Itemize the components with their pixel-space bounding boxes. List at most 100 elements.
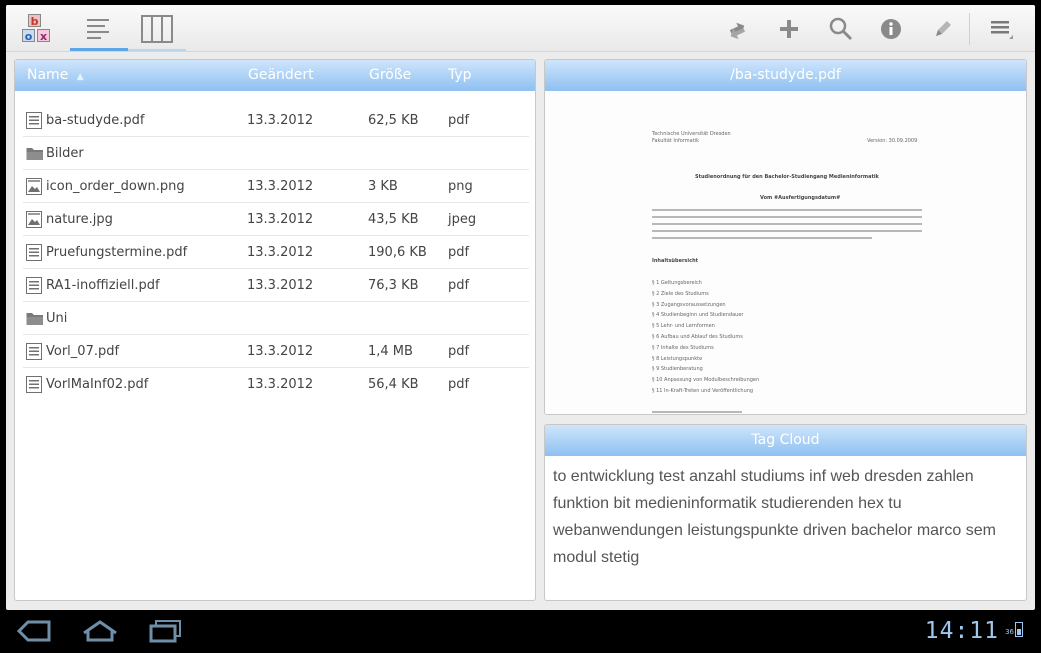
file-name: Bilder <box>46 146 84 161</box>
columns-icon <box>141 15 173 43</box>
file-row[interactable]: icon_order_down.png 13.3.2012 3 KB png <box>23 170 529 203</box>
file-size: 76,3 KB <box>368 278 419 293</box>
file-row[interactable]: Pruefungstermine.pdf 13.3.2012 190,6 KB pdf <box>23 236 529 269</box>
doc-toc-entry: § 2 Ziele des Studiums <box>652 290 709 297</box>
file-row[interactable]: RA1-inoffiziell.pdf 13.3.2012 76,3 KB pdf <box>23 269 529 302</box>
edit-button[interactable] <box>926 13 960 45</box>
column-header-size[interactable]: Größe <box>369 60 411 91</box>
folder-icon <box>26 145 43 162</box>
file-type: pdf <box>448 113 470 128</box>
sort-ascending-icon: ▲ <box>76 72 84 82</box>
file-name: icon_order_down.png <box>46 179 185 194</box>
doc-header-left: Technische Universität Dresden <box>652 131 731 137</box>
doc-text-line <box>652 216 922 218</box>
file-list: ba-studyde.pdf 13.3.2012 62,5 KB pdf Bilder i… <box>23 104 529 401</box>
sync-button[interactable] <box>720 13 754 45</box>
doc-toc-entry: § 4 Studienbeginn und Studiendauer <box>652 312 744 319</box>
column-header-name[interactable]: Name ▲ <box>27 60 84 93</box>
file-list-header: Name ▲ Geändert Größe Typ <box>15 60 535 91</box>
doc-title: Studienordnung für den Bachelor-Studieng… <box>695 174 879 180</box>
file-name: Vorl_07.pdf <box>46 344 120 359</box>
file-size: 190,6 KB <box>368 245 427 260</box>
overflow-menu-button[interactable] <box>984 13 1018 45</box>
doc-header-left-2: Fakultät Informatik <box>652 138 699 144</box>
file-changed: 13.3.2012 <box>247 113 314 128</box>
doc-toc-entry: § 5 Lehr- und Lernformen <box>652 323 715 330</box>
action-separator <box>969 13 970 45</box>
doc-text-line <box>652 223 922 225</box>
back-icon <box>16 620 51 642</box>
file-type: pdf <box>448 377 470 392</box>
file-row[interactable]: Uni <box>23 302 529 335</box>
search-icon <box>829 17 853 41</box>
doc-section-heading: Inhaltsübersicht <box>652 258 699 264</box>
doc-subtitle: Vom #Ausfertigungsdatum# <box>760 195 841 201</box>
doc-toc-entry: § 3 Zugangsvoraussetzungen <box>652 301 726 308</box>
action-bar: b o x <box>6 5 1035 52</box>
file-changed: 13.3.2012 <box>247 278 314 293</box>
column-header-changed[interactable]: Geändert <box>248 60 314 91</box>
column-header-type[interactable]: Typ <box>448 60 472 91</box>
info-button[interactable] <box>874 13 908 45</box>
file-changed: 13.3.2012 <box>247 344 314 359</box>
file-size: 43,5 KB <box>368 212 419 227</box>
doc-toc-entry: § 9 Studienberatung <box>652 366 703 373</box>
home-button[interactable] <box>80 618 120 644</box>
document-preview[interactable]: Technische Universität Dresden Fakultät … <box>545 91 1026 414</box>
search-button[interactable] <box>824 13 858 45</box>
file-changed: 13.3.2012 <box>247 212 314 227</box>
file-type: pdf <box>448 344 470 359</box>
doc-text-line <box>652 237 872 239</box>
file-row[interactable]: VorlMaInf02.pdf 13.3.2012 56,4 KB pdf <box>23 368 529 401</box>
battery-fill <box>1017 629 1021 635</box>
file-row[interactable]: Bilder <box>23 137 529 170</box>
file-row[interactable]: ba-studyde.pdf 13.3.2012 62,5 KB pdf <box>23 104 529 137</box>
tag-cloud-title: Tag Cloud <box>545 425 1026 456</box>
file-type: png <box>448 179 473 194</box>
info-icon <box>881 19 901 39</box>
file-size: 56,4 KB <box>368 377 419 392</box>
image-icon <box>26 211 42 228</box>
doc-text-line <box>652 230 922 232</box>
file-name: Pruefungstermine.pdf <box>46 245 188 260</box>
image-icon <box>26 178 42 195</box>
file-type: pdf <box>448 245 470 260</box>
clock[interactable]: 14:11 <box>925 618 999 644</box>
recent-apps-button[interactable] <box>145 618 185 644</box>
doc-toc-entry: § 1 Geltungsbereich <box>652 280 702 286</box>
document-icon <box>26 112 42 129</box>
doc-text-line <box>652 209 922 211</box>
file-size: 1,4 MB <box>368 344 413 359</box>
doc-text-line <box>652 411 742 413</box>
menu-icon <box>991 21 1013 39</box>
tag-cloud-text[interactable]: to entwicklung test anzahl studiums inf … <box>553 463 1023 571</box>
document-icon <box>26 277 42 294</box>
file-size: 3 KB <box>368 179 398 194</box>
file-name: Uni <box>46 311 68 326</box>
edit-icon <box>936 21 951 36</box>
battery-level: 36 <box>1005 628 1014 636</box>
back-button[interactable] <box>14 618 54 644</box>
file-row[interactable]: nature.jpg 13.3.2012 43,5 KB jpeg <box>23 203 529 236</box>
tab-column-view[interactable] <box>128 9 186 51</box>
tag-cloud-panel: Tag Cloud to entwicklung test anzahl stu… <box>544 424 1027 601</box>
recent-apps-icon <box>149 620 181 643</box>
file-name: VorlMaInf02.pdf <box>46 377 149 392</box>
doc-toc-entry: § 8 Leistungspunkte <box>652 355 703 362</box>
logo-letter-x: x <box>37 29 50 43</box>
app-logo[interactable]: b o x <box>22 14 56 46</box>
preview-panel: /ba-studyde.pdf Technische Universität D… <box>544 59 1027 415</box>
file-changed: 13.3.2012 <box>247 179 314 194</box>
tablet-frame: b o x Name ▲ Geändert Größe Typ ba-study… <box>0 0 1041 653</box>
column-name-label: Name <box>27 67 69 83</box>
sync-icon <box>729 22 746 40</box>
file-list-panel: Name ▲ Geändert Größe Typ ba-studyde.pdf… <box>14 59 536 601</box>
file-type: pdf <box>448 278 470 293</box>
tab-list-view[interactable] <box>70 9 128 51</box>
add-icon <box>780 20 798 38</box>
file-row[interactable]: Vorl_07.pdf 13.3.2012 1,4 MB pdf <box>23 335 529 368</box>
file-name: RA1-inoffiziell.pdf <box>46 278 160 293</box>
file-changed: 13.3.2012 <box>247 245 314 260</box>
system-bar: 14:11 36 <box>0 610 1041 653</box>
add-button[interactable] <box>772 13 806 45</box>
